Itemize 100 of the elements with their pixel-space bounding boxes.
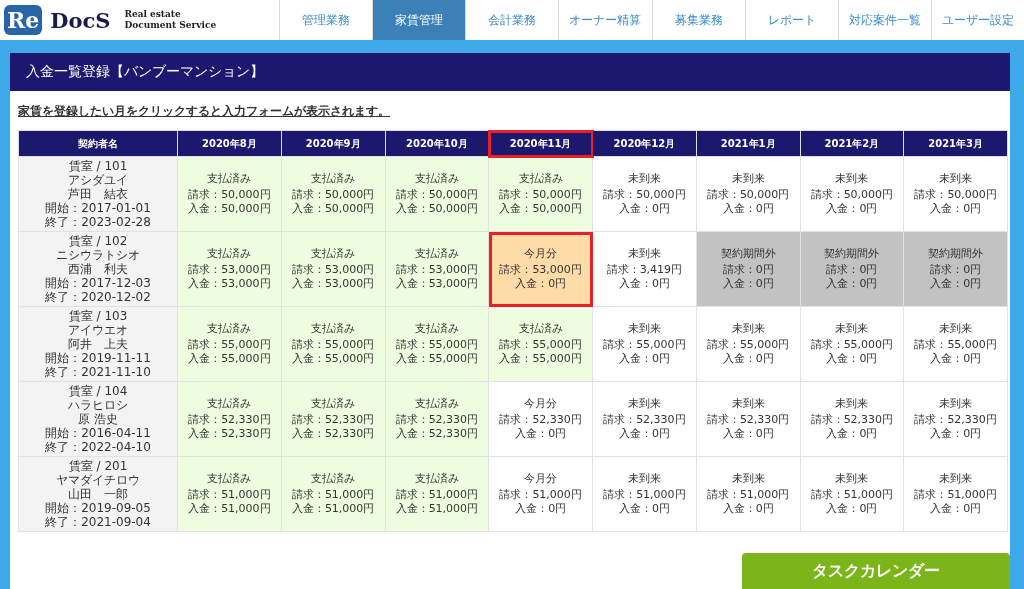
received-text: 入金：0円	[617, 352, 671, 366]
received-text: 入金：0円	[721, 352, 775, 366]
status-text: 支払済み	[413, 247, 460, 261]
payment-cell[interactable]: 未到来 請求：51,000円 入金：0円	[696, 456, 800, 532]
tenant-text: 開始：2019-09-05	[44, 501, 152, 515]
tenant-text: 開始：2017-01-01	[44, 201, 152, 215]
payment-cell[interactable]: 支払済み 請求：53,000円 入金：53,000円	[385, 231, 489, 307]
column-header[interactable]: 2021年3月	[903, 130, 1008, 157]
tenant-text: アシダユイ	[67, 173, 129, 187]
payment-cell[interactable]: 未到来 請求：51,000円 入金：0円	[800, 456, 904, 532]
tenant-text: アイウエオ	[67, 323, 129, 337]
status-text: 未到来	[938, 472, 974, 486]
payment-cell[interactable]: 支払済み 請求：50,000円 入金：50,000円	[385, 156, 489, 232]
payment-cell[interactable]: 未到来 請求：3,419円 入金：0円	[592, 231, 697, 307]
payment-cell[interactable]: 支払済み 請求：53,000円 入金：53,000円	[177, 231, 282, 307]
received-text: 入金：55,000円	[394, 352, 480, 366]
payment-cell[interactable]: 支払済み 請求：50,000円 入金：50,000円	[488, 156, 593, 232]
received-text: 入金：0円	[617, 202, 671, 216]
payment-cell[interactable]: 今月分 請求：53,000円 入金：0円	[488, 231, 593, 307]
payment-cell[interactable]: 支払済み 請求：55,000円 入金：55,000円	[488, 306, 593, 382]
payment-cell[interactable]: 支払済み 請求：55,000円 入金：55,000円	[281, 306, 385, 382]
status-text: 支払済み	[517, 322, 564, 336]
status-text: 契約期間外	[823, 247, 881, 261]
tenant-text: 終了：2023-02-28	[44, 215, 152, 229]
status-text: 支払済み	[413, 472, 460, 486]
payment-cell[interactable]: 支払済み 請求：50,000円 入金：50,000円	[281, 156, 385, 232]
column-header[interactable]: 2020年9月	[281, 130, 385, 157]
billed-text: 請求：55,000円	[705, 338, 791, 352]
tenant-text: 西浦 利夫	[67, 262, 129, 276]
payment-cell[interactable]: 支払済み 請求：51,000円 入金：51,000円	[385, 456, 489, 532]
status-text: 支払済み	[206, 247, 253, 261]
column-header[interactable]: 2020年10月	[385, 130, 489, 157]
payment-cell[interactable]: 支払済み 請求：53,000円 入金：53,000円	[281, 231, 385, 307]
billed-text: 請求：53,000円	[187, 263, 272, 277]
payment-cell[interactable]: 未到来 請求：50,000円 入金：0円	[696, 156, 800, 232]
nav-tab[interactable]: 家賃管理	[372, 0, 466, 40]
payment-cell[interactable]: 支払済み 請求：52,330円 入金：52,330円	[385, 381, 489, 457]
column-header[interactable]: 2020年11月	[488, 130, 593, 157]
payment-cell[interactable]: 今月分 請求：52,330円 入金：0円	[488, 381, 593, 457]
column-header[interactable]: 2020年8月	[177, 130, 282, 157]
payment-cell[interactable]: 未到来 請求：50,000円 入金：0円	[800, 156, 904, 232]
payment-cell[interactable]: 未到来 請求：52,330円 入金：0円	[800, 381, 904, 457]
billed-text: 請求：50,000円	[809, 188, 895, 202]
payment-cell[interactable]: 未到来 請求：51,000円 入金：0円	[903, 456, 1008, 532]
payment-cell[interactable]: 未到来 請求：55,000円 入金：0円	[696, 306, 800, 382]
status-text: 未到来	[730, 172, 766, 186]
payment-cell[interactable]: 未到来 請求：51,000円 入金：0円	[592, 456, 697, 532]
status-text: 支払済み	[413, 322, 460, 336]
tenant-text: 山田 一郎	[67, 487, 129, 501]
column-header[interactable]: 2020年12月	[592, 130, 697, 157]
billed-text: 請求：0円	[721, 263, 775, 277]
status-text: 未到来	[938, 322, 974, 336]
payment-cell[interactable]: 契約期間外 請求：0円 入金：0円	[800, 231, 904, 307]
payment-cell[interactable]: 支払済み 請求：51,000円 入金：51,000円	[177, 456, 282, 532]
billed-text: 請求：51,000円	[913, 488, 998, 502]
payment-cell[interactable]: 支払済み 請求：55,000円 入金：55,000円	[177, 306, 282, 382]
billed-text: 請求：52,330円	[705, 413, 791, 427]
payment-cell[interactable]: 支払済み 請求：52,330円 入金：52,330円	[177, 381, 282, 457]
received-text: 入金：50,000円	[290, 202, 376, 216]
status-text: 未到来	[834, 397, 870, 411]
payment-cell[interactable]: 未到来 請求：55,000円 入金：0円	[800, 306, 904, 382]
tenant-text: 賃室 / 201	[67, 459, 129, 473]
received-text: 入金：55,000円	[187, 352, 272, 366]
payment-cell[interactable]: 未到来 請求：52,330円 入金：0円	[903, 381, 1008, 457]
logo-text: Re	[7, 7, 40, 33]
status-text: 今月分	[523, 397, 559, 411]
status-text: 支払済み	[310, 397, 357, 411]
status-text: 支払済み	[310, 247, 357, 261]
billed-text: 請求：50,000円	[187, 188, 272, 202]
payment-cell[interactable]: 契約期間外 請求：0円 入金：0円	[903, 231, 1008, 307]
billed-text: 請求：52,330円	[187, 413, 272, 427]
status-text: 未到来	[626, 472, 662, 486]
payment-cell[interactable]: 支払済み 請求：50,000円 入金：50,000円	[177, 156, 282, 232]
payment-cell[interactable]: 未到来 請求：52,330円 入金：0円	[592, 381, 697, 457]
status-text: 未到来	[938, 397, 974, 411]
payment-cell[interactable]: 支払済み 請求：55,000円 入金：55,000円	[385, 306, 489, 382]
received-text: 入金：0円	[825, 352, 879, 366]
payment-cell[interactable]: 未到来 請求：50,000円 入金：0円	[592, 156, 697, 232]
received-text: 入金：51,000円	[187, 502, 272, 516]
payment-cell[interactable]: 未到来 請求：50,000円 入金：0円	[903, 156, 1008, 232]
billed-text: 請求：55,000円	[187, 338, 272, 352]
status-text: 支払済み	[310, 172, 357, 186]
payment-cell[interactable]: 未到来 請求：52,330円 入金：0円	[696, 381, 800, 457]
status-text: 支払済み	[310, 472, 357, 486]
billed-text: 請求：52,330円	[498, 413, 583, 427]
billed-text: 請求：50,000円	[498, 188, 583, 202]
billed-text: 請求：0円	[825, 263, 879, 277]
status-text: 支払済み	[517, 172, 564, 186]
payment-cell[interactable]: 今月分 請求：51,000円 入金：0円	[488, 456, 593, 532]
payment-cell[interactable]: 支払済み 請求：51,000円 入金：51,000円	[281, 456, 385, 532]
payment-cell[interactable]: 未到来 請求：55,000円 入金：0円	[592, 306, 697, 382]
payment-cell[interactable]: 支払済み 請求：52,330円 入金：52,330円	[281, 381, 385, 457]
column-header: 契約者名	[18, 130, 178, 157]
tenant-text: 終了：2020-12-02	[44, 290, 152, 304]
status-text: 支払済み	[206, 397, 253, 411]
column-header[interactable]: 2021年2月	[800, 130, 904, 157]
billed-text: 請求：50,000円	[394, 188, 480, 202]
payment-cell[interactable]: 未到来 請求：55,000円 入金：0円	[903, 306, 1008, 382]
payment-cell[interactable]: 契約期間外 請求：0円 入金：0円	[696, 231, 800, 307]
column-header[interactable]: 2021年1月	[696, 130, 800, 157]
